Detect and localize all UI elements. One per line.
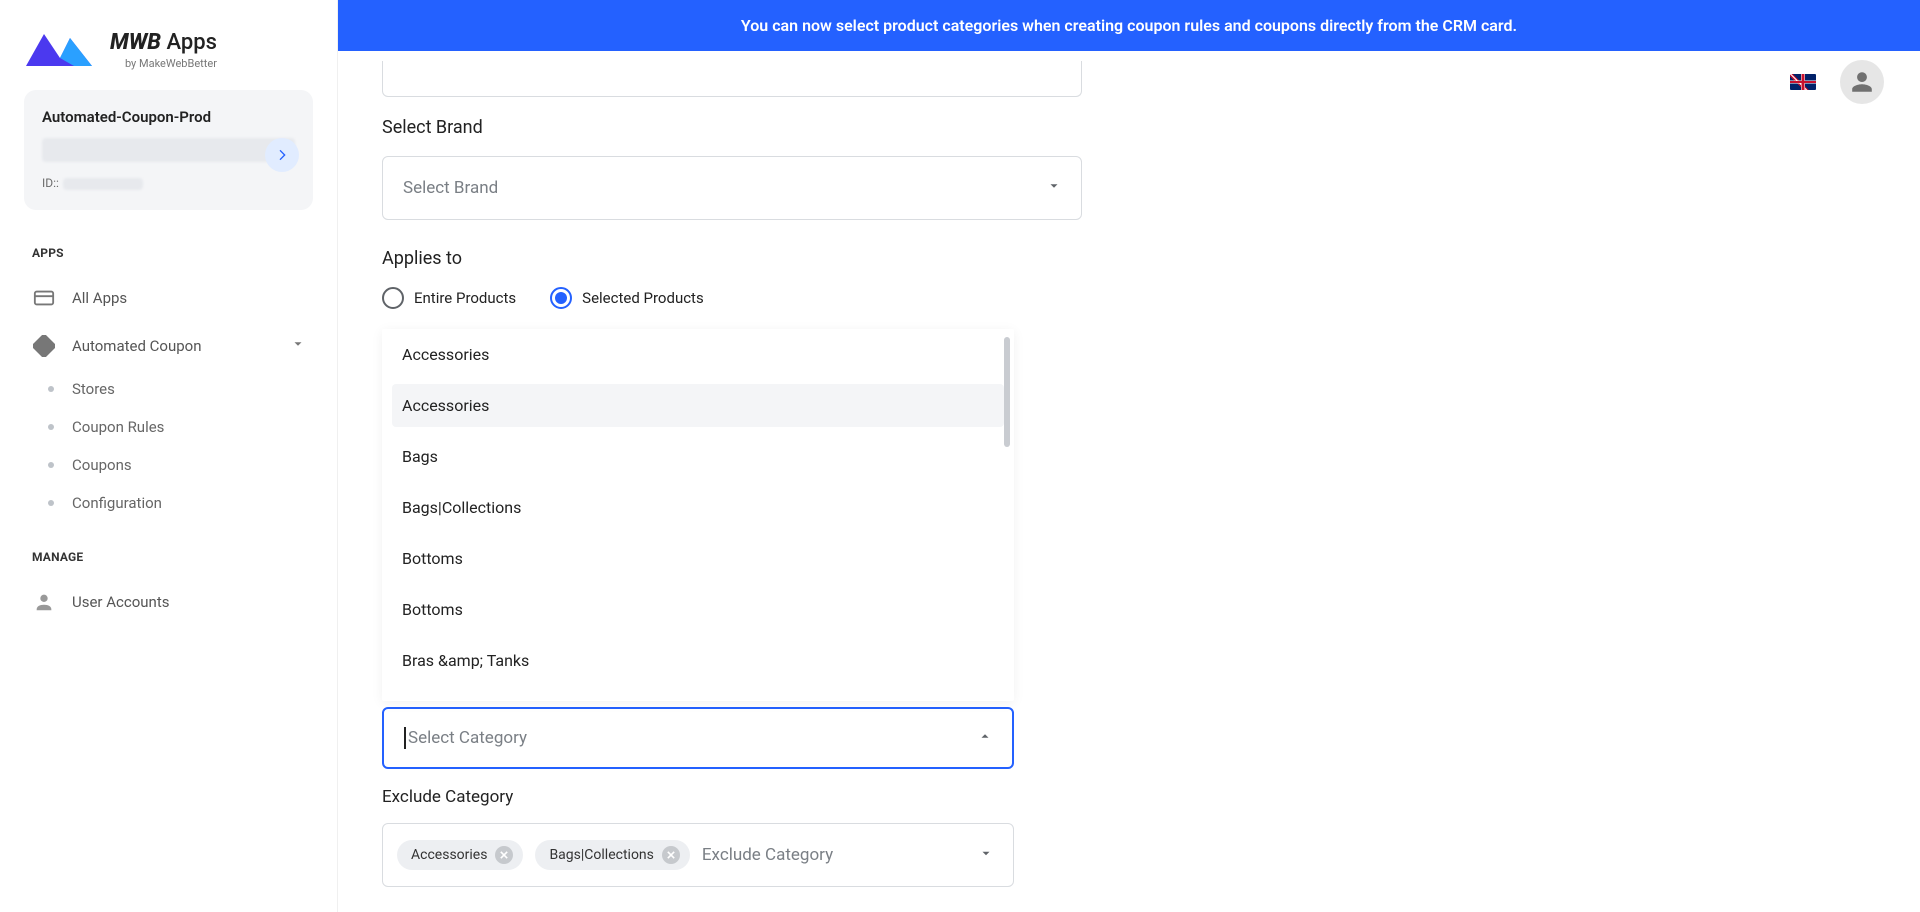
nav-section-manage-label: MANAGE (32, 550, 313, 564)
category-option[interactable]: Bottoms (382, 533, 1014, 584)
chevron-down-icon (291, 337, 305, 355)
radio-on-icon (550, 287, 572, 309)
brand: MWB Apps by MakeWebBetter (26, 28, 313, 72)
bullet-icon (48, 462, 54, 468)
chip-label: Accessories (411, 847, 487, 863)
exclude-category-placeholder: Exclude Category (702, 845, 833, 865)
nav-user-accounts[interactable]: User Accounts (24, 578, 313, 626)
radio-entire-products-label: Entire Products (414, 289, 516, 307)
prev-field-tail (382, 61, 1082, 97)
category-option[interactable]: Bras &amp; Tanks (382, 635, 1014, 676)
scrollbar[interactable] (1004, 337, 1010, 447)
promo-banner: You can now select product categories wh… (338, 0, 1920, 51)
sidebar: MWB Apps by MakeWebBetter Automated-Coup… (0, 0, 338, 912)
nav-sub-stores[interactable]: Stores (24, 370, 313, 408)
close-icon (667, 851, 675, 859)
category-option[interactable]: Accessories (382, 329, 1014, 380)
nav-sub-configuration-label: Configuration (72, 494, 162, 512)
exclude-category-label: Exclude Category (382, 787, 1014, 807)
select-brand-dropdown[interactable]: Select Brand (382, 156, 1082, 220)
nav-user-accounts-label: User Accounts (72, 593, 169, 611)
nav-all-apps[interactable]: All Apps (24, 274, 313, 322)
nav-sub-coupon-rules-label: Coupon Rules (72, 418, 164, 436)
chip-accessories[interactable]: Accessories (397, 840, 523, 870)
account-id-redacted (63, 178, 143, 190)
select-category-wrap: Select Category (382, 707, 1014, 769)
person-icon (32, 590, 56, 614)
account-id: ID:: (42, 176, 295, 190)
bullet-icon (48, 500, 54, 506)
bullet-icon (48, 424, 54, 430)
chevron-up-icon (978, 728, 992, 748)
chip-label: Bags|Collections (549, 847, 653, 863)
account-card: Automated-Coupon-Prod ID:: (24, 90, 313, 210)
category-dropdown-panel: Accessories Accessories Bags Bags|Collec… (382, 329, 1014, 701)
exclude-category-combobox[interactable]: Accessories Bags|Collections Exclude Cat… (382, 823, 1014, 887)
applies-to-label: Applies to (382, 248, 1082, 269)
nav-all-apps-label: All Apps (72, 289, 127, 307)
select-category-placeholder: Select Category (408, 728, 527, 748)
coupon-icon (32, 334, 56, 358)
category-option[interactable]: Bags (382, 431, 1014, 482)
radio-off-icon (382, 287, 404, 309)
brand-logo (26, 28, 96, 72)
brand-text: MWB Apps by MakeWebBetter (110, 32, 217, 69)
nav-sub-coupons[interactable]: Coupons (24, 446, 313, 484)
nav-automated-coupon-label: Automated Coupon (72, 337, 202, 355)
account-title: Automated-Coupon-Prod (42, 108, 295, 126)
radio-selected-products[interactable]: Selected Products (550, 287, 704, 309)
chip-bags-collections[interactable]: Bags|Collections (535, 840, 689, 870)
card-icon (32, 286, 56, 310)
account-name-redacted (42, 138, 295, 162)
chevron-down-icon (1047, 178, 1061, 198)
brand-title: MWB Apps (110, 32, 217, 54)
bullet-icon (48, 386, 54, 392)
applies-to-radio-group: Entire Products Selected Products (382, 287, 1082, 309)
category-option[interactable]: Bottoms (382, 584, 1014, 635)
category-option[interactable]: Accessories (392, 384, 1004, 427)
select-brand-placeholder: Select Brand (403, 178, 498, 198)
select-brand-label: Select Brand (382, 117, 1082, 138)
select-category-combobox[interactable]: Select Category (382, 707, 1014, 769)
promo-banner-text: You can now select product categories wh… (741, 16, 1517, 35)
category-option[interactable]: Bags|Collections (382, 482, 1014, 533)
main: Select Brand Select Brand Applies to Ent… (338, 51, 1920, 912)
chip-remove-button[interactable] (495, 846, 513, 864)
text-cursor (404, 727, 406, 749)
nav-sub-configuration[interactable]: Configuration (24, 484, 313, 522)
chevron-right-icon (274, 147, 290, 163)
chevron-down-icon (979, 846, 993, 865)
coupon-form: Select Brand Select Brand Applies to Ent… (382, 61, 1082, 323)
nav-automated-coupon[interactable]: Automated Coupon (24, 322, 313, 370)
radio-selected-products-label: Selected Products (582, 289, 704, 307)
close-icon (500, 851, 508, 859)
nav-sub-coupon-rules[interactable]: Coupon Rules (24, 408, 313, 446)
chip-remove-button[interactable] (662, 846, 680, 864)
nav-section-apps-label: APPS (32, 246, 313, 260)
account-switch-button[interactable] (265, 138, 299, 172)
nav-sub-coupons-label: Coupons (72, 456, 132, 474)
nav-sub-stores-label: Stores (72, 380, 115, 398)
exclude-category-wrap: Exclude Category Accessories Bags|Collec… (382, 787, 1014, 887)
brand-subtitle: by MakeWebBetter (110, 58, 217, 69)
radio-entire-products[interactable]: Entire Products (382, 287, 516, 309)
